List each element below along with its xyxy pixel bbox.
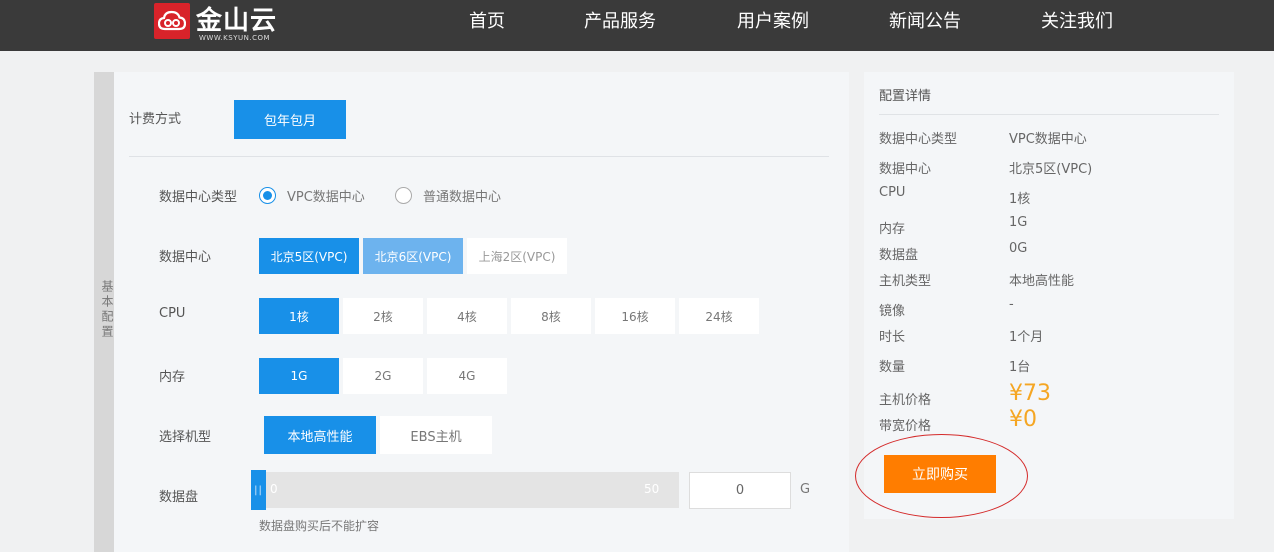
summary-value-dc: 北京5区(VPC): [1009, 162, 1093, 177]
summary-value-duration: 1个月: [1009, 330, 1044, 345]
bandwidth-price-value: ¥0: [1009, 407, 1037, 432]
data-disk-note: 数据盘购买后不能扩容: [259, 519, 380, 533]
cpu-2-core-button[interactable]: 2核: [343, 298, 423, 334]
summary-value-memory: 1G: [1009, 215, 1028, 230]
logo-subtext: WWW.KSYUN.COM: [199, 34, 271, 42]
summary-key-duration: 时长: [879, 330, 906, 345]
dc-type-vpc-label[interactable]: VPC数据中心: [287, 186, 365, 205]
summary-key-host-type: 主机类型: [879, 274, 932, 289]
section-divider: [129, 156, 829, 157]
summary-value-quantity: 1台: [1009, 360, 1031, 375]
basic-config-sidetab: 基本配置: [94, 72, 114, 552]
config-panel: 计费方式 包年包月 数据中心类型 VPC数据中心 普通数据中心 数据中心 北京5…: [114, 72, 849, 552]
summary-key-disk: 数据盘: [879, 248, 919, 263]
dc-type-normal-radio[interactable]: [395, 187, 412, 204]
summary-key-memory: 内存: [879, 222, 906, 237]
billing-yearly-monthly-button[interactable]: 包年包月: [234, 100, 346, 139]
summary-title: 配置详情: [879, 89, 932, 104]
summary-value-cpu: 1核: [1009, 192, 1031, 207]
summary-key-dc-type: 数据中心类型: [879, 132, 958, 147]
data-disk-slider-handle[interactable]: ||: [251, 470, 266, 510]
config-summary-panel: 配置详情 数据中心类型 VPC数据中心 数据中心 北京5区(VPC) CPU 1…: [864, 72, 1234, 519]
summary-key-quantity: 数量: [879, 360, 906, 375]
nav-home[interactable]: 首页: [469, 0, 505, 51]
cloud-logo-icon: [154, 3, 190, 39]
cpu-4-core-button[interactable]: 4核: [427, 298, 507, 334]
logo-text: 金山云: [196, 6, 278, 36]
cpu-8-core-button[interactable]: 8核: [511, 298, 591, 334]
slider-max-value: 50: [644, 482, 660, 496]
cpu-24-core-button[interactable]: 24核: [679, 298, 759, 334]
memory-4g-button[interactable]: 4G: [427, 358, 507, 394]
summary-divider: [879, 114, 1219, 115]
buy-now-button[interactable]: 立即购买: [884, 455, 996, 493]
machine-local-high-perf-button[interactable]: 本地高性能: [264, 416, 376, 454]
machine-type-label: 选择机型: [159, 430, 212, 445]
nav-follow-us[interactable]: 关注我们: [1041, 0, 1113, 51]
summary-value-disk: 0G: [1009, 241, 1028, 256]
top-navigation-bar: 金山云 WWW.KSYUN.COM 首页 产品服务 用户案例 新闻公告 关注我们: [0, 0, 1274, 51]
dc-shanghai2-button[interactable]: 上海2区(VPC): [467, 238, 567, 274]
cpu-1-core-button[interactable]: 1核: [259, 298, 339, 334]
dc-type-normal-label[interactable]: 普通数据中心: [423, 186, 501, 205]
billing-label: 计费方式: [129, 112, 182, 127]
summary-key-cpu: CPU: [879, 185, 906, 200]
memory-1g-button[interactable]: 1G: [259, 358, 339, 394]
data-disk-size-input[interactable]: [689, 472, 791, 509]
data-disk-unit: G: [800, 482, 811, 497]
memory-2g-button[interactable]: 2G: [343, 358, 423, 394]
summary-key-dc: 数据中心: [879, 162, 932, 177]
machine-ebs-button[interactable]: EBS主机: [380, 416, 492, 454]
summary-value-dc-type: VPC数据中心: [1009, 132, 1087, 147]
summary-key-host-price: 主机价格: [879, 393, 932, 408]
summary-key-bandwidth-price: 带宽价格: [879, 419, 932, 434]
ksyun-logo[interactable]: 金山云 WWW.KSYUN.COM: [154, 3, 278, 42]
dc-type-vpc-radio[interactable]: [259, 187, 276, 204]
nav-products[interactable]: 产品服务: [584, 0, 656, 51]
dc-beijing6-button[interactable]: 北京6区(VPC): [363, 238, 463, 274]
data-disk-slider-track[interactable]: [251, 472, 679, 508]
nav-cases[interactable]: 用户案例: [737, 0, 809, 51]
cpu-16-core-button[interactable]: 16核: [595, 298, 675, 334]
dc-type-label: 数据中心类型: [159, 190, 238, 205]
host-price-value: ¥73: [1009, 381, 1051, 406]
sidetab-label: 基本配置: [100, 280, 114, 340]
dc-beijing5-button[interactable]: 北京5区(VPC): [259, 238, 359, 274]
slider-min-value: 0: [270, 482, 278, 496]
memory-label: 内存: [159, 370, 186, 385]
cpu-label: CPU: [159, 306, 186, 321]
dc-label: 数据中心: [159, 250, 212, 265]
summary-value-host-type: 本地高性能: [1009, 274, 1075, 289]
summary-key-image: 镜像: [879, 304, 906, 319]
data-disk-label: 数据盘: [159, 490, 199, 505]
nav-news[interactable]: 新闻公告: [889, 0, 961, 51]
summary-value-image: -: [1009, 297, 1014, 312]
